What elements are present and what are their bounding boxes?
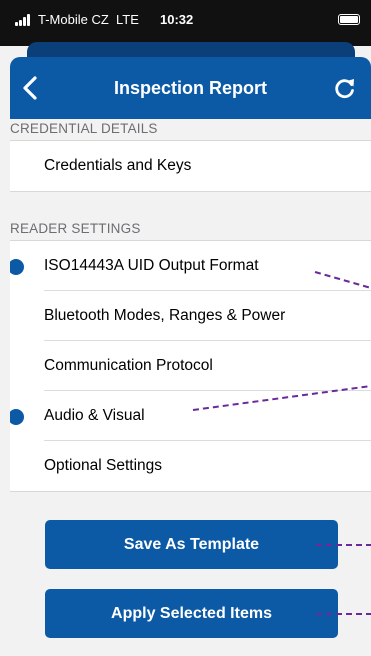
battery-icon (338, 14, 360, 25)
reader-settings-group: ISO14443A UID Output Format Bluetooth Mo… (10, 241, 371, 491)
list-item-label: ISO14443A UID Output Format (44, 257, 259, 274)
list-item-bluetooth-modes[interactable]: Bluetooth Modes, Ranges & Power (10, 291, 371, 341)
list-item-optional-settings[interactable]: Optional Settings (10, 441, 371, 491)
list-item-label: Optional Settings (44, 457, 163, 474)
section-header-label: CREDENTIAL DETAILS (10, 121, 158, 136)
signal-strength-icon (15, 14, 35, 26)
navigation-bar: Inspection Report (10, 57, 371, 119)
list-item-credentials-and-keys[interactable]: Credentials and Keys (10, 141, 371, 191)
section-header-label: READER SETTINGS (10, 221, 141, 236)
status-bar: T-Mobile CZ LTE 10:32 (0, 0, 371, 46)
list-item-label: Communication Protocol (44, 357, 213, 374)
list-item-label: Bluetooth Modes, Ranges & Power (44, 307, 286, 324)
settings-list: CREDENTIAL DETAILS Credentials and Keys … (10, 119, 371, 656)
changed-indicator-dot (10, 259, 24, 275)
credential-details-group: Credentials and Keys (10, 141, 371, 191)
app-frame: T-Mobile CZ LTE 10:32 Inspection Report … (0, 0, 371, 656)
list-item-uid-output-format[interactable]: ISO14443A UID Output Format (10, 241, 371, 291)
status-time: 10:32 (160, 12, 194, 27)
carrier-label: T-Mobile CZ LTE (38, 12, 139, 27)
list-item-label: Credentials and Keys (44, 157, 192, 174)
changed-indicator-dot (10, 409, 24, 425)
carrier-name: T-Mobile CZ (38, 12, 109, 27)
page-title: Inspection Report (113, 78, 267, 98)
divider (10, 491, 371, 492)
apply-selected-items-button[interactable]: Apply Selected Items (45, 589, 338, 638)
refresh-icon (335, 79, 354, 99)
list-item-communication-protocol[interactable]: Communication Protocol (10, 341, 371, 391)
list-item-label: Audio & Visual (44, 407, 145, 424)
network-type: LTE (116, 12, 139, 27)
divider (10, 191, 371, 192)
refresh-button[interactable] (332, 75, 358, 101)
save-as-template-button[interactable]: Save As Template (45, 520, 338, 569)
list-item-audio-visual[interactable]: Audio & Visual (10, 391, 371, 441)
